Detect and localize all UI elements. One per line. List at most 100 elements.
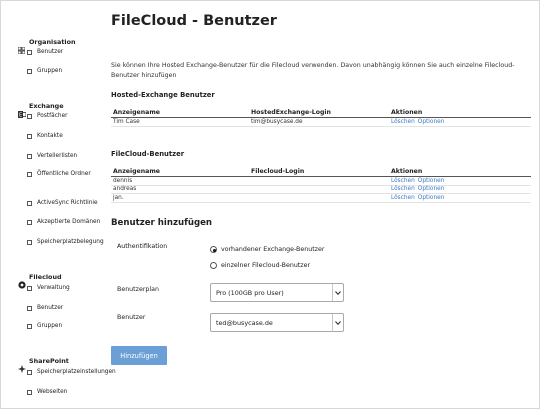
cell-name: andreas: [113, 186, 137, 193]
filecloud-users-table: Anzeigename Filecloud-Login Aktionen den…: [111, 167, 531, 203]
sidebar-item-label: Akzeptierte Domänen: [37, 219, 101, 225]
page-title: FileCloud - Benutzer: [111, 13, 277, 29]
page-icon: [27, 133, 32, 139]
sidebar-section-sharepoint: SharePoint: [18, 357, 69, 373]
page-icon: [27, 171, 32, 177]
sidebar-item-org-gruppen[interactable]: Gruppen: [27, 68, 62, 74]
page-icon: [27, 68, 32, 74]
column-header: Anzeigename: [113, 168, 160, 175]
sidebar-item-org-benutzer[interactable]: Benutzer: [27, 49, 63, 55]
page-icon: [27, 239, 32, 245]
hosted-table-heading: Hosted-Exchange Benutzer: [111, 91, 215, 99]
cell-actions: Löschen Optionen: [391, 119, 531, 125]
page-icon: [27, 219, 32, 225]
sidebar-item-fc-benutzer[interactable]: Benutzer: [27, 305, 63, 311]
sidebar-item-domaenen[interactable]: Akzeptierte Domänen: [27, 219, 100, 225]
sidebar-item-speicherplatzeinstellungen[interactable]: Speicherplatzeinstellungen: [27, 369, 116, 375]
options-link[interactable]: Optionen: [418, 178, 445, 184]
plan-label: Benutzerplan: [117, 286, 160, 293]
sidebar-item-label: Verteilerlisten: [37, 153, 78, 159]
add-user-button[interactable]: Hinzufügen: [111, 346, 167, 365]
sidebar-section-label: Filecloud: [29, 273, 62, 281]
sidebar-section-label: Exchange: [29, 102, 64, 110]
sidebar-item-verwaltung[interactable]: Verwaltung: [27, 285, 70, 291]
table-row: Tim Case tim@busycase.de Löschen Optionen: [111, 118, 531, 127]
sidebar-item-label: Gruppen: [37, 323, 63, 329]
page-icon: [27, 369, 32, 375]
plan-select[interactable]: Pro (100GB pro User): [210, 283, 344, 302]
table-row: dennis Löschen Optionen: [111, 177, 531, 186]
sidebar-item-label: Kontakte: [37, 133, 63, 139]
cell-login: tim@busycase.de: [251, 118, 303, 125]
auth-label: Authentifikation: [117, 243, 168, 250]
radio-button[interactable]: [210, 262, 217, 269]
page-icon: [27, 389, 32, 395]
sidebar-item-label: Benutzer: [37, 49, 64, 55]
table-header: Anzeigename HostedExchange-Login Aktione…: [111, 108, 531, 118]
column-header: Aktionen: [391, 109, 423, 116]
sidebar-section-organisation: Organisation: [17, 38, 76, 54]
sidebar-item-label: ActiveSync Richtlinie: [37, 200, 98, 206]
sidebar-item-label: Postfächer: [37, 113, 68, 119]
radio-single-filecloud-user[interactable]: einzelner Filecloud-Benutzer: [210, 262, 310, 269]
filecloud-table-heading: FileCloud-Benutzer: [111, 150, 185, 158]
grid-icon: [17, 39, 26, 54]
hosted-users-table: Anzeigename HostedExchange-Login Aktione…: [111, 108, 531, 127]
page-icon: [27, 113, 32, 119]
plan-select-value: Pro (100GB pro User): [216, 288, 284, 297]
column-header: Anzeigename: [113, 109, 160, 116]
sidebar-item-oeffentliche-ordner[interactable]: Öffentliche Ordner: [27, 171, 91, 177]
user-label: Benutzer: [117, 314, 146, 321]
sharepoint-icon: [18, 358, 26, 373]
sidebar-item-label: Webseiten: [37, 389, 68, 395]
user-select[interactable]: ted@busycase.de: [210, 313, 344, 332]
column-header: Aktionen: [391, 168, 423, 175]
sidebar-item-fc-gruppen[interactable]: Gruppen: [27, 323, 62, 329]
sidebar-item-webseiten[interactable]: Webseiten: [27, 389, 67, 395]
delete-link[interactable]: Löschen: [391, 186, 415, 192]
intro-text: Sie können Ihre Hosted Exchange-Benutzer…: [111, 62, 515, 79]
radio-label: vorhandener Exchange-Benutzer: [221, 246, 325, 253]
exchange-icon: E: [18, 103, 27, 118]
delete-link[interactable]: Löschen: [391, 119, 415, 125]
sidebar-item-postfaecher[interactable]: Postfächer: [27, 113, 68, 119]
sidebar-section-label: Organisation: [29, 38, 76, 46]
sidebar-item-speicherplatzbelegung[interactable]: Speicherplatzbelegung: [27, 239, 104, 245]
sidebar-item-label: Benutzer: [37, 305, 64, 311]
cell-actions: Löschen Optionen: [391, 195, 531, 201]
delete-link[interactable]: Löschen: [391, 195, 415, 201]
user-select-value: ted@busycase.de: [216, 318, 273, 327]
sidebar-item-label: Öffentliche Ordner: [37, 171, 91, 177]
column-header: Filecloud-Login: [251, 168, 305, 175]
cell-name: dennis: [113, 177, 133, 184]
column-header: HostedExchange-Login: [251, 109, 331, 116]
sidebar-item-label: Gruppen: [37, 68, 63, 74]
options-link[interactable]: Optionen: [418, 119, 445, 125]
chevron-down-icon: [332, 284, 343, 301]
cell-actions: Löschen Optionen: [391, 186, 531, 192]
options-link[interactable]: Optionen: [418, 195, 445, 201]
table-row: andreas Löschen Optionen: [111, 186, 531, 194]
sidebar-item-activesync[interactable]: ActiveSync Richtlinie: [27, 200, 98, 206]
page-icon: [27, 285, 32, 291]
sidebar-item-label: Verwaltung: [37, 285, 70, 291]
sidebar-section-exchange: E Exchange: [18, 102, 64, 118]
sidebar-section-label: SharePoint: [29, 357, 69, 365]
add-user-heading: Benutzer hinzufügen: [111, 218, 213, 228]
radio-existing-exchange-user[interactable]: vorhandener Exchange-Benutzer: [210, 246, 324, 253]
sidebar-section-filecloud: Filecloud: [18, 273, 62, 289]
page-icon: [27, 200, 32, 206]
sidebar-item-verteilerlisten[interactable]: Verteilerlisten: [27, 153, 77, 159]
table-header: Anzeigename Filecloud-Login Aktionen: [111, 167, 531, 177]
sidebar-item-label: Speicherplatzeinstellungen: [37, 369, 116, 375]
cell-name: jan.: [113, 194, 124, 201]
page-icon: [27, 153, 32, 159]
sidebar-item-kontakte[interactable]: Kontakte: [27, 133, 63, 139]
options-link[interactable]: Optionen: [418, 186, 445, 192]
cell-name: Tim Case: [113, 118, 140, 125]
radio-button-checked[interactable]: [210, 246, 217, 253]
sidebar-item-label: Speicherplatzbelegung: [37, 239, 104, 245]
table-row: jan. Löschen Optionen: [111, 194, 531, 203]
delete-link[interactable]: Löschen: [391, 178, 415, 184]
radio-label: einzelner Filecloud-Benutzer: [221, 262, 311, 269]
